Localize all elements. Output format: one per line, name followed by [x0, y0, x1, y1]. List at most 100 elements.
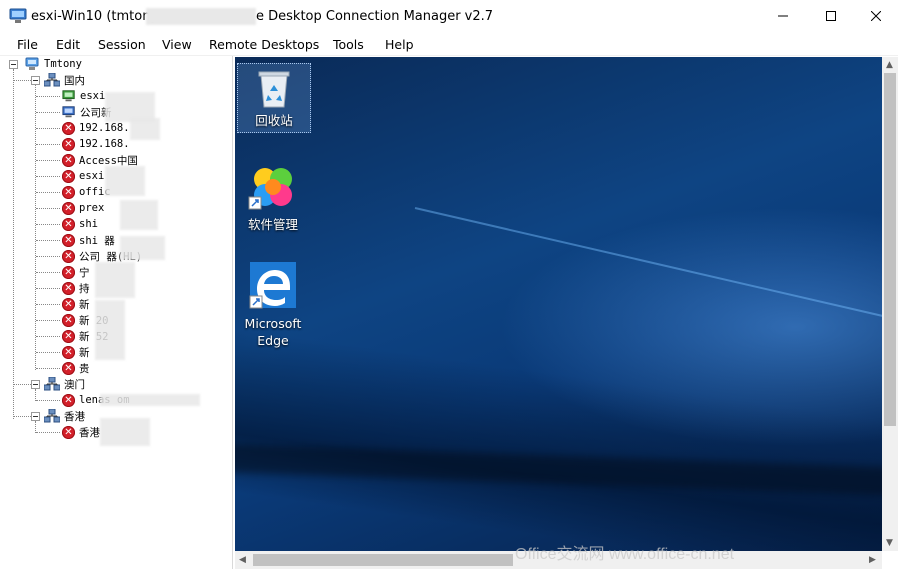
recycle-bin-label: 回收站	[255, 113, 293, 128]
redacted-text	[100, 418, 150, 446]
wallpaper-light-beam	[414, 207, 882, 367]
tree-line	[36, 224, 60, 225]
menu-edit[interactable]: Edit	[56, 37, 80, 52]
tree-root[interactable]: Tmtony	[24, 56, 82, 72]
scroll-down-icon[interactable]: ▼	[886, 538, 893, 548]
server-group-icon	[44, 377, 60, 391]
tree-server-item[interactable]: ✕ shi 器	[62, 232, 115, 248]
tree-server-item[interactable]: ✕ shi	[62, 216, 98, 232]
tree-line	[36, 112, 60, 113]
error-icon: ✕	[62, 297, 75, 311]
tree-line	[36, 176, 60, 177]
server-icon	[62, 106, 75, 118]
tree-server-label: shi	[79, 218, 98, 230]
scroll-left-icon[interactable]: ◀	[239, 555, 246, 565]
tree-line	[36, 192, 60, 193]
tree-server-label: 192.168.	[79, 138, 130, 150]
maximize-button[interactable]	[808, 0, 854, 31]
vertical-scroll-thumb[interactable]	[884, 73, 896, 426]
tree-root-label: Tmtony	[44, 58, 82, 70]
menu-bar: File Edit Session View Remote Desktops T…	[0, 33, 898, 56]
scroll-up-icon[interactable]: ▲	[886, 60, 893, 70]
menu-remote-desktops[interactable]: Remote Desktops	[209, 37, 319, 52]
desktop-icon-recycle-bin[interactable]: 回收站	[237, 63, 311, 133]
tree-group[interactable]: 国内	[44, 72, 85, 88]
horizontal-scroll-thumb[interactable]	[253, 554, 513, 566]
tree-server-item[interactable]: ✕ 香港	[62, 424, 100, 440]
tree-server-item[interactable]: ✕ 新	[62, 344, 90, 360]
watermark-text: Office交流网 www.office-cn.net	[515, 546, 735, 563]
tree-server-item[interactable]: ✕ 192.168.	[62, 120, 130, 136]
software-manager-icon	[248, 168, 292, 210]
remote-desktop-view[interactable]: 回收站 软件管理 Microsoft Edge	[235, 57, 882, 551]
error-icon: ✕	[62, 393, 75, 407]
redacted-text	[100, 394, 200, 406]
tree-server-item[interactable]: ✕ prex	[62, 200, 104, 216]
tree-server-item[interactable]: ✕ esxi	[62, 168, 104, 184]
tree-line	[36, 304, 60, 305]
tree-line	[36, 240, 60, 241]
error-icon: ✕	[62, 249, 75, 263]
error-icon: ✕	[62, 153, 75, 167]
tree-line	[36, 256, 60, 257]
menu-session[interactable]: Session	[98, 37, 146, 52]
tree-server-item[interactable]: ✕ 贵	[62, 360, 90, 376]
tree-server-item[interactable]: ✕ 192.168.	[62, 136, 130, 152]
server-group-icon	[44, 73, 60, 87]
edge-icon	[249, 262, 296, 309]
server-tree[interactable]: Tmtony 国内 esxi 公司新 ✕ 192.168. ✕ 192.168. ✕ Acces…	[0, 56, 233, 569]
rdcman-app-icon[interactable]	[9, 8, 27, 24]
error-icon: ✕	[62, 265, 75, 279]
vertical-scrollbar[interactable]: ▲ ▼	[882, 57, 898, 551]
error-icon: ✕	[62, 313, 75, 327]
group-collapse-toggle[interactable]	[31, 76, 40, 85]
recycle-bin-icon	[258, 71, 290, 108]
tree-server-item[interactable]: esxi	[62, 88, 105, 104]
error-icon: ✕	[62, 233, 75, 247]
tree-server-item[interactable]: ✕ 持	[62, 280, 90, 296]
group-collapse-toggle[interactable]	[31, 380, 40, 389]
error-icon: ✕	[62, 185, 75, 199]
error-icon: ✕	[62, 281, 75, 295]
group-collapse-toggle[interactable]	[31, 412, 40, 421]
tree-server-label: 新	[79, 298, 90, 311]
close-button[interactable]	[853, 0, 898, 31]
tree-group[interactable]: 香港	[44, 408, 85, 424]
redacted-text	[105, 166, 145, 196]
tree-server-item[interactable]: ✕ 宁	[62, 264, 90, 280]
tree-line	[14, 416, 31, 417]
tree-line	[36, 320, 60, 321]
tree-group-label: 澳门	[64, 378, 85, 391]
tree-server-label: 香港	[79, 426, 100, 439]
tree-server-label: 新	[79, 346, 90, 359]
tree-server-label: 持	[79, 282, 90, 295]
tree-server-label: prex	[79, 202, 105, 214]
root-collapse-toggle[interactable]	[9, 60, 18, 69]
error-icon: ✕	[62, 169, 75, 183]
window-title: esxi-Win10 (tmtony	[31, 9, 159, 24]
tree-line	[14, 80, 31, 81]
desktop-icon-edge[interactable]: Microsoft Edge	[237, 262, 309, 349]
menu-file[interactable]: File	[17, 37, 38, 52]
redacted-text	[95, 300, 125, 360]
tree-server-item[interactable]: ✕ offic	[62, 184, 111, 200]
tree-server-item[interactable]: ✕ 新	[62, 296, 90, 312]
desktop-icon-software-manager[interactable]: 软件管理	[237, 161, 309, 233]
redacted-text	[95, 262, 135, 298]
menu-help[interactable]: Help	[385, 37, 414, 52]
maximize-icon	[826, 10, 836, 21]
tree-line	[36, 400, 60, 401]
error-icon: ✕	[62, 217, 75, 231]
tree-server-label: 贵	[79, 362, 90, 375]
menu-view[interactable]: View	[162, 37, 192, 52]
tree-server-label: esxi	[80, 90, 106, 102]
tree-group[interactable]: 澳门	[44, 376, 85, 392]
menu-tools[interactable]: Tools	[333, 37, 364, 52]
error-icon: ✕	[62, 121, 75, 135]
software-manager-label: 软件管理	[247, 217, 298, 232]
minimize-icon	[778, 15, 788, 16]
scroll-right-icon[interactable]: ▶	[869, 555, 876, 565]
window-title-suffix: e Desktop Connection Manager v2.7	[256, 9, 494, 24]
server-group-icon	[44, 409, 60, 423]
minimize-button[interactable]	[760, 0, 806, 31]
